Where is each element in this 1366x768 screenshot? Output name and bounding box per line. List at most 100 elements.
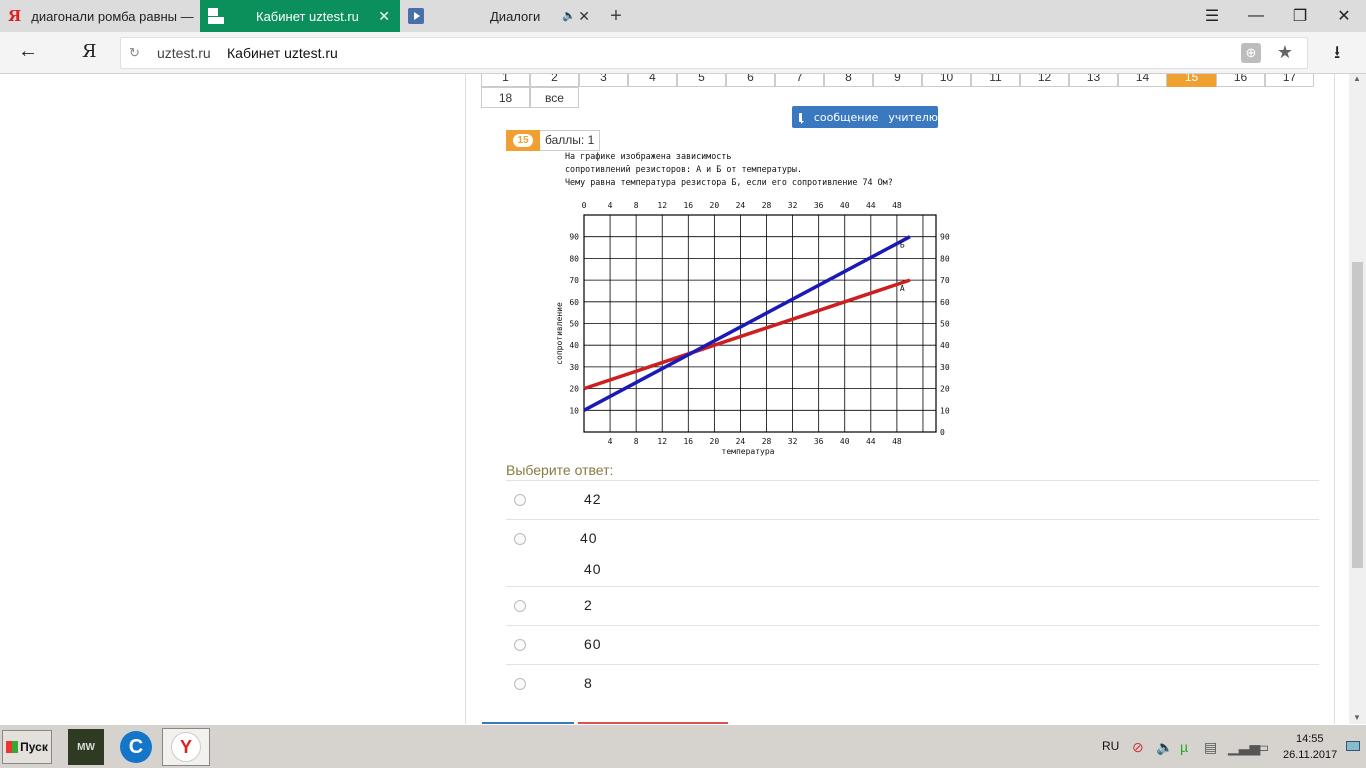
volume-icon[interactable]: 🔈	[1156, 739, 1173, 756]
tab-dialogs[interactable]: Диалоги 🔈 ✕	[400, 0, 600, 32]
question-nav-12[interactable]: 12	[1020, 74, 1069, 87]
scroll-down-icon[interactable]: ▼	[1353, 713, 1361, 722]
question-nav-6[interactable]: 6	[726, 74, 775, 87]
question-nav-1[interactable]: 1	[481, 74, 530, 87]
message-button-label-2: учителю	[888, 110, 938, 124]
question-nav-11[interactable]: 11	[971, 74, 1020, 87]
minimize-icon[interactable]: —	[1234, 0, 1278, 32]
menu-icon[interactable]: ☰	[1190, 0, 1234, 32]
tab-uztest[interactable]: Кабинет uztest.ru ✕	[200, 0, 400, 32]
clock-time[interactable]: 14:55	[1296, 733, 1324, 745]
question-nav-5[interactable]: 5	[677, 74, 726, 87]
bookmark-star-icon[interactable]: ★	[1277, 42, 1293, 63]
answer-option-1[interactable]: 42	[506, 480, 1319, 519]
x-tick-label-bottom: 40	[840, 437, 850, 446]
yandex-home-icon[interactable]: Я	[82, 41, 97, 62]
y-tick-label-right: 20	[940, 385, 950, 394]
question-nav-3[interactable]: 3	[579, 74, 628, 87]
x-tick-label-bottom: 28	[762, 437, 772, 446]
answer-radio[interactable]	[514, 639, 526, 651]
question-nav-14[interactable]: 14	[1118, 74, 1167, 87]
x-tick-label-top: 24	[736, 201, 746, 210]
question-nav-7[interactable]: 7	[775, 74, 824, 87]
start-label: Пуск	[20, 740, 48, 754]
x-tick-label-top: 28	[762, 201, 772, 210]
no-entry-icon[interactable]: ⊘	[1132, 739, 1144, 756]
close-window-icon[interactable]: ✕	[1322, 0, 1366, 32]
question-line-3: Чему равна температура резистора Б, если…	[565, 177, 893, 187]
question-nav-15[interactable]: 15	[1167, 74, 1216, 87]
answer-prompt: Выберите ответ:	[506, 462, 614, 478]
question-nav-2[interactable]: 2	[530, 74, 579, 87]
y-tick-label-left: 20	[569, 385, 579, 394]
utorrent-icon[interactable]: µ	[1180, 739, 1188, 755]
url-field[interactable]: ↻ uztest.ru Кабинет uztest.ru ⊕ ★	[120, 37, 1308, 69]
sound-icon[interactable]: 🔈	[562, 9, 576, 22]
battery-icon[interactable]: ▭	[1256, 739, 1269, 756]
x-tick-label-bottom: 12	[657, 437, 667, 446]
x-tick-label-bottom: 44	[866, 437, 876, 446]
taskbar-app-yandex-browser[interactable]: Y	[162, 728, 210, 766]
answer-radio[interactable]	[514, 494, 526, 506]
show-desktop-icon[interactable]	[1346, 741, 1360, 751]
start-button[interactable]: Пуск	[2, 730, 52, 764]
answer-text: 60	[584, 636, 602, 652]
clock-date[interactable]: 26.11.2017	[1283, 749, 1337, 761]
question-nav-13[interactable]: 13	[1069, 74, 1118, 87]
question-nav-16[interactable]: 16	[1216, 74, 1265, 87]
answer-radio[interactable]	[514, 533, 526, 545]
address-bar: ← Я ↻ uztest.ru Кабинет uztest.ru ⊕ ★ ⭳	[0, 32, 1366, 74]
question-badge: 15 баллы: 1	[506, 130, 601, 151]
answer-option-2[interactable]: 40 40	[506, 519, 1319, 586]
answer-text: 42	[584, 491, 602, 507]
y-tick-label-right: 30	[940, 363, 950, 372]
answer-option-3[interactable]: 2	[506, 586, 1319, 625]
new-tab-button[interactable]: +	[600, 0, 632, 32]
series-label-2: Б	[900, 241, 905, 250]
reload-icon[interactable]: ↻	[129, 45, 140, 61]
answer-option-5[interactable]: 8	[506, 664, 1319, 703]
message-teacher-button[interactable]: сообщение учителю	[792, 106, 938, 128]
question-line-2: сопротивлений резисторов: А и Б от темпе…	[565, 164, 802, 174]
x-tick-label-top: 8	[634, 201, 639, 210]
download-icon[interactable]: ⭳	[1334, 40, 1340, 70]
language-indicator[interactable]: RU	[1102, 739, 1119, 753]
question-number: 15	[506, 130, 540, 151]
url-page-title: Кабинет uztest.ru	[227, 45, 338, 61]
x-tick-label-bottom: 4	[608, 437, 613, 446]
maximize-icon[interactable]: ❐	[1278, 0, 1322, 32]
question-nav-17[interactable]: 17	[1265, 74, 1314, 87]
answer-option-4[interactable]: 60	[506, 625, 1319, 664]
answer-radio[interactable]	[514, 600, 526, 612]
globe-icon[interactable]: ⊕	[1241, 43, 1261, 63]
back-arrow-icon[interactable]: ←	[18, 40, 38, 63]
question-nav-8[interactable]: 8	[824, 74, 873, 87]
x-tick-label-top: 40	[840, 201, 850, 210]
answer-text: 8	[584, 675, 593, 691]
answer-list: 42 40 40 2 60 8	[506, 480, 1319, 703]
scrollbar-thumb[interactable]	[1352, 262, 1363, 568]
question-nav-4[interactable]: 4	[628, 74, 677, 87]
x-tick-label-bottom: 32	[788, 437, 798, 446]
x-tick-label-top: 12	[657, 201, 667, 210]
close-tab-icon[interactable]: ✕	[578, 8, 590, 25]
question-nav-9[interactable]: 9	[873, 74, 922, 87]
y-tick-label-right: 50	[940, 320, 950, 329]
question-nav-10[interactable]: 10	[922, 74, 971, 87]
tab-yandex-search[interactable]: Я диагонали ромба равны —	[0, 0, 200, 32]
taskbar-app-mw[interactable]: MW	[68, 729, 104, 765]
message-button-label: сообщение	[813, 110, 879, 124]
question-nav-all[interactable]: все	[530, 87, 579, 108]
y-tick-label-right: 60	[940, 298, 950, 307]
question-nav-18[interactable]: 18	[481, 87, 530, 108]
x-tick-label-bottom: 48	[892, 437, 902, 446]
network-icon[interactable]: ▤	[1204, 739, 1217, 756]
x-tick-label-top: 48	[892, 201, 902, 210]
page-scrollbar[interactable]: ▲ ▼	[1349, 74, 1366, 724]
scroll-up-icon[interactable]: ▲	[1353, 74, 1361, 83]
answer-radio[interactable]	[514, 678, 526, 690]
close-tab-icon[interactable]: ✕	[378, 8, 390, 25]
x-tick-label-bottom: 36	[814, 437, 824, 446]
x-tick-label-bottom: 20	[710, 437, 720, 446]
taskbar-app-ccleaner[interactable]: C	[118, 729, 154, 765]
